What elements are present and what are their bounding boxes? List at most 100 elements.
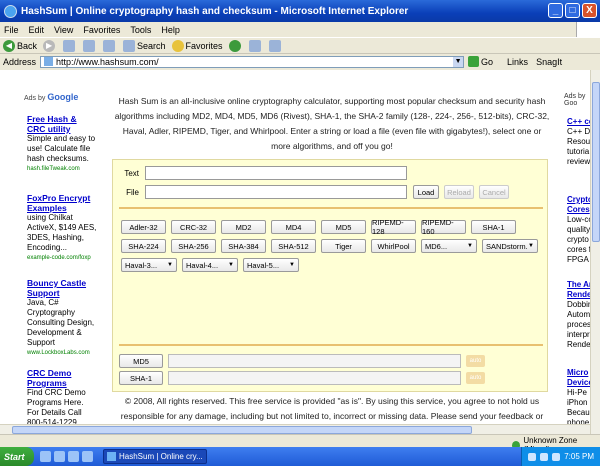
ad-title[interactable]: CRC Demo Programs: [27, 368, 97, 388]
print-icon: [268, 39, 281, 52]
horizontal-scrollbar[interactable]: [0, 424, 590, 434]
ie-icon[interactable]: [54, 451, 65, 462]
alg-ripemd-160[interactable]: RIPEMD-160: [421, 218, 466, 236]
back-arrow-icon: ◀: [3, 39, 15, 52]
chevron-down-icon[interactable]: ▼: [453, 56, 464, 67]
ie-icon: [107, 452, 116, 461]
menu-edit[interactable]: Edit: [29, 25, 45, 35]
minimize-button[interactable]: _: [548, 3, 563, 18]
menu-favorites[interactable]: Favorites: [83, 25, 120, 35]
menu-view[interactable]: View: [54, 25, 73, 35]
ad-item: CRC Demo Programs Find CRC Demo Programs…: [27, 368, 97, 424]
refresh-icon: [83, 39, 96, 52]
back-button[interactable]: ◀ Back: [3, 39, 37, 52]
haval-4-select[interactable]: Haval-4... ▼: [182, 258, 238, 272]
ads-by-google[interactable]: Ads by Google: [24, 92, 78, 102]
result-row: SHA-1 auto: [119, 371, 485, 385]
go-button[interactable]: Go: [468, 56, 493, 67]
address-bar: Address http://www.hashsum.com/ ▼ Go Lin…: [0, 54, 600, 69]
auto-button[interactable]: auto: [466, 355, 485, 367]
taskbar-item[interactable]: HashSum | Online cry...: [103, 449, 207, 464]
ad-title[interactable]: FoxPro Encrypt Examples: [27, 193, 97, 213]
alg-sha-224[interactable]: SHA-224: [121, 239, 166, 253]
page-icon: [44, 57, 54, 66]
search-button[interactable]: Search: [123, 39, 166, 52]
alg-sha-1[interactable]: SHA-1: [471, 220, 516, 234]
alg-md4[interactable]: MD4: [271, 220, 316, 234]
menu-file[interactable]: File: [4, 25, 19, 35]
md6-select[interactable]: MD6... ▼: [421, 239, 477, 253]
system-tray: 7:05 PM: [521, 447, 600, 466]
vertical-scrollbar[interactable]: [590, 70, 600, 436]
stop-button[interactable]: [63, 39, 77, 52]
media-button[interactable]: [228, 39, 243, 52]
app-icon[interactable]: [82, 451, 93, 462]
ad-url[interactable]: www.LockboxLabs.com: [27, 348, 97, 358]
favorites-button[interactable]: Favorites: [171, 39, 223, 52]
chevron-down-icon: ▼: [167, 262, 173, 268]
page-content: Ads by Google Free Hash & CRC utility Si…: [0, 70, 590, 424]
text-input[interactable]: [145, 166, 407, 180]
ad-url[interactable]: hash.fileTweak.com: [27, 164, 97, 174]
alg-sha-384[interactable]: SHA-384: [221, 239, 266, 253]
desktop-icon[interactable]: [40, 451, 51, 462]
alg-sha-512[interactable]: SHA-512: [271, 239, 316, 253]
links-button[interactable]: Links: [507, 57, 528, 67]
media-icon[interactable]: [68, 451, 79, 462]
file-input[interactable]: [145, 185, 407, 199]
file-label: File: [126, 187, 139, 197]
window-title: HashSum | Online cryptography hash and c…: [21, 5, 409, 17]
haval-5-select[interactable]: Haval-5... ▼: [243, 258, 299, 272]
scroll-thumb[interactable]: [12, 426, 472, 434]
right-ad-item: The Ar Render Dobbin Autom proces interp…: [567, 280, 590, 349]
clock: 7:05 PM: [564, 452, 594, 461]
star-icon: [171, 39, 184, 52]
load-button[interactable]: Load: [413, 185, 439, 199]
separator: [119, 344, 543, 346]
alg-tiger[interactable]: Tiger: [321, 239, 366, 253]
status-bar: Unknown Zone (Mixed): [0, 434, 600, 454]
alg-md5[interactable]: MD5: [321, 220, 366, 234]
result-name[interactable]: SHA-1: [119, 371, 163, 385]
start-button[interactable]: Start: [0, 447, 34, 466]
alg-ripemd-128[interactable]: RIPEMD-128: [371, 218, 416, 236]
menu-tools[interactable]: Tools: [130, 25, 151, 35]
alg-sha-256[interactable]: SHA-256: [171, 239, 216, 253]
chevron-down-icon: ▼: [467, 243, 473, 249]
cancel-button[interactable]: Cancel: [479, 185, 509, 199]
volume-icon[interactable]: [552, 452, 561, 461]
forward-arrow-icon: ▶: [43, 39, 56, 52]
footer-text: © 2008, All rights reserved. This free s…: [120, 396, 544, 421]
home-button[interactable]: [103, 39, 117, 52]
result-output[interactable]: [168, 354, 461, 368]
auto-button[interactable]: auto: [466, 372, 485, 384]
menu-help[interactable]: Help: [161, 25, 180, 35]
reload-button[interactable]: Reload: [444, 185, 474, 199]
result-name[interactable]: MD5: [119, 354, 163, 368]
close-button[interactable]: X: [582, 3, 597, 18]
alg-md2[interactable]: MD2: [221, 220, 266, 234]
ad-item: Free Hash & CRC utility Simple and easy …: [27, 114, 97, 174]
forward-button[interactable]: ▶: [43, 39, 57, 52]
alg-crc-32[interactable]: CRC-32: [171, 220, 216, 234]
print-button[interactable]: [268, 39, 283, 52]
tray-icon[interactable]: [540, 452, 549, 461]
alg-whirlpool[interactable]: WhirlPool: [371, 239, 416, 253]
sandstorm-select[interactable]: SANDstorm. ▼: [482, 239, 538, 253]
ad-url[interactable]: example-code.com/foxp: [27, 253, 97, 263]
snagit-button[interactable]: SnagIt: [536, 57, 562, 67]
address-input[interactable]: http://www.hashsum.com/ ▼: [40, 55, 465, 68]
tray-icon[interactable]: [528, 452, 537, 461]
result-row: MD5 auto: [119, 354, 485, 368]
maximize-button[interactable]: □: [565, 3, 580, 18]
scroll-thumb[interactable]: [592, 82, 600, 242]
refresh-button[interactable]: [83, 39, 97, 52]
ad-title[interactable]: Bouncy Castle Support: [27, 278, 97, 298]
result-output[interactable]: [168, 371, 461, 385]
ad-title[interactable]: Free Hash & CRC utility: [27, 114, 97, 134]
alg-adler-32[interactable]: Adler-32: [121, 220, 166, 234]
haval-3-select[interactable]: Haval-3... ▼: [121, 258, 177, 272]
right-ads-by-google[interactable]: Ads by Goo: [564, 93, 590, 107]
ad-item: Bouncy Castle Support Java, C# Cryptogra…: [27, 278, 97, 358]
mail-button[interactable]: [248, 39, 263, 52]
